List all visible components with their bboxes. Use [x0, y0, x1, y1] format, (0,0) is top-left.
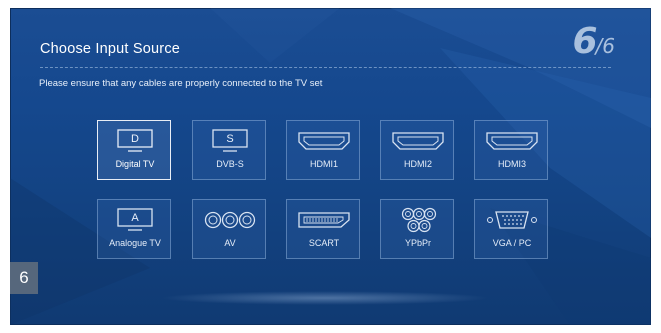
digital-tv-glyph: D	[131, 133, 139, 145]
component-connectors-icon	[381, 206, 455, 234]
av-connectors-icon	[193, 206, 267, 234]
source-label: SCART	[308, 238, 340, 248]
source-label: HDMI3	[497, 159, 526, 169]
page-number-badge: 6	[10, 262, 38, 294]
dvb-s-glyph: S	[226, 133, 234, 145]
source-label: Analogue TV	[109, 238, 161, 248]
source-label: VGA / PC	[492, 238, 532, 248]
source-tile-hdmi2[interactable]: HDMI2	[380, 120, 454, 180]
vga-port-icon	[475, 206, 549, 234]
hdmi-port-icon	[475, 127, 549, 155]
source-tile-ypbpr[interactable]: YPbPr	[380, 199, 454, 259]
source-tile-analogue-tv[interactable]: A Analogue TV	[97, 199, 171, 259]
source-tile-av[interactable]: AV	[192, 199, 266, 259]
hdmi-port-icon	[381, 127, 455, 155]
scart-port-icon	[287, 206, 361, 234]
hdmi-port-icon	[287, 127, 361, 155]
step-current: 6	[572, 21, 598, 62]
page-title: Choose Input Source	[40, 41, 181, 57]
bottom-glow	[160, 291, 490, 305]
source-tile-digital-tv[interactable]: D Digital TV	[97, 120, 171, 180]
source-tile-hdmi1[interactable]: HDMI1	[286, 120, 360, 180]
source-label: Digital TV	[115, 159, 155, 169]
source-tile-vga-pc[interactable]: VGA / PC	[474, 199, 548, 259]
source-label: AV	[224, 238, 236, 248]
source-label: HDMI1	[309, 159, 338, 169]
source-label: HDMI2	[403, 159, 432, 169]
source-tile-scart[interactable]: SCART	[286, 199, 360, 259]
tv-screen: Choose Input Source 6/6 Please ensure th…	[10, 8, 651, 325]
source-label: DVB-S	[216, 159, 244, 169]
source-label: YPbPr	[404, 238, 431, 248]
source-tile-hdmi3[interactable]: HDMI3	[474, 120, 548, 180]
step-indicator: 6/6	[572, 24, 615, 60]
instruction-text: Please ensure that any cables are proper…	[39, 78, 323, 89]
source-tile-dvb-s[interactable]: S DVB-S	[192, 120, 266, 180]
analogue-tv-glyph: A	[131, 212, 139, 224]
title-divider	[40, 67, 611, 68]
step-total: 6	[602, 34, 615, 58]
